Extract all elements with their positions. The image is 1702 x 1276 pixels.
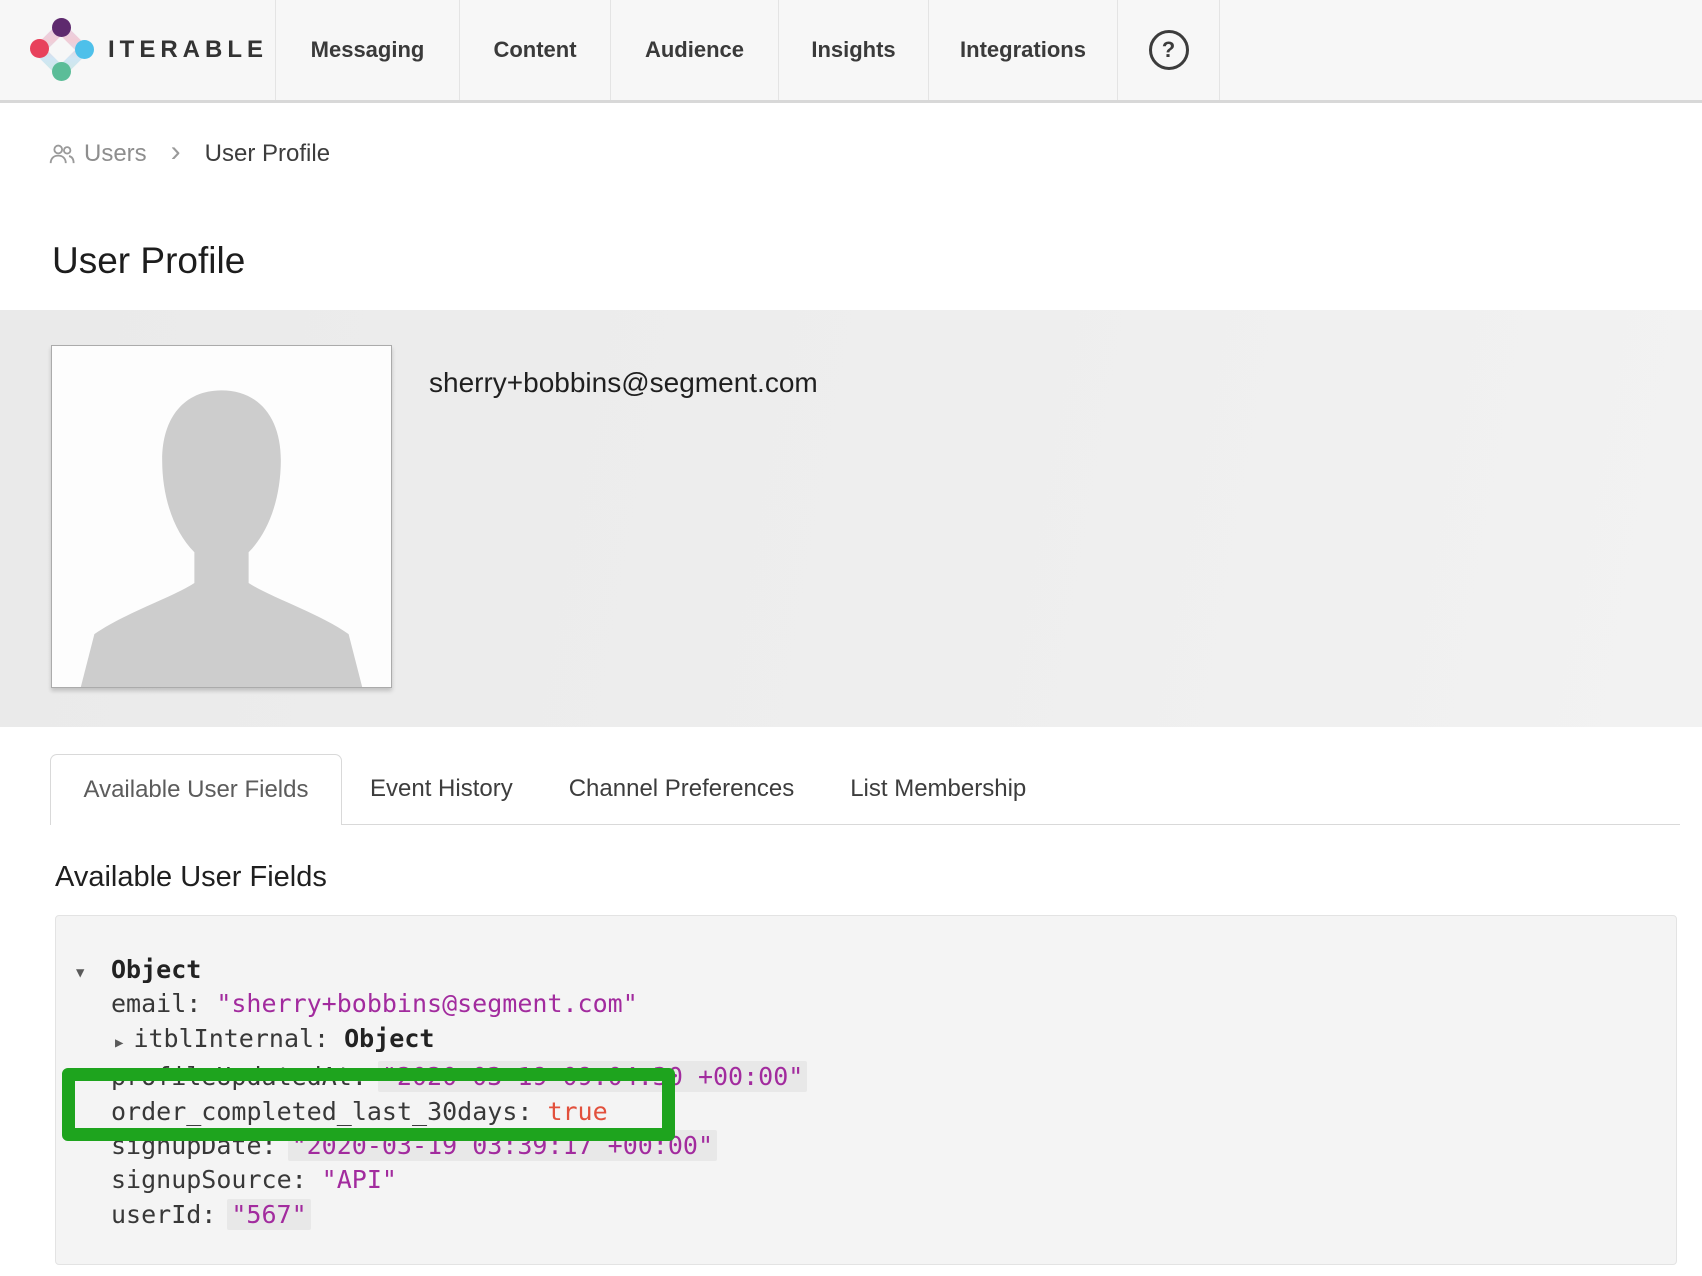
field-value-object: Object	[344, 1024, 434, 1053]
users-icon	[48, 141, 76, 167]
field-row-userid: userId: "567"	[111, 1198, 1656, 1232]
iterable-logo[interactable]: ITERABLE	[0, 0, 275, 100]
breadcrumb-current: User Profile	[205, 140, 330, 168]
field-row-itblinternal: ▶ itblInternal: Object	[111, 1022, 1656, 1060]
page-title: User Profile	[52, 240, 245, 282]
field-key: userId:	[111, 1200, 216, 1229]
iterable-logo-icon	[28, 17, 94, 83]
profile-email: sherry+bobbins@segment.com	[429, 367, 818, 399]
nav-item-insights[interactable]: Insights	[778, 0, 928, 100]
avatar-silhouette-icon	[52, 346, 391, 687]
breadcrumb: Users › User Profile	[48, 135, 330, 173]
tab-available-user-fields[interactable]: Available User Fields	[50, 754, 342, 825]
profile-hero: sherry+bobbins@segment.com	[0, 310, 1702, 727]
nav-item-integrations[interactable]: Integrations	[928, 0, 1117, 100]
highlight-annotation-box	[62, 1068, 675, 1141]
tab-channel-preferences[interactable]: Channel Preferences	[541, 754, 822, 824]
profile-tabbar: Available User Fields Event History Chan…	[50, 754, 1680, 825]
breadcrumb-users-link[interactable]: Users	[84, 140, 147, 168]
field-key: itblInternal:	[133, 1024, 329, 1053]
nav-item-content[interactable]: Content	[459, 0, 610, 100]
help-button[interactable]: ?	[1117, 0, 1220, 100]
field-value: "sherry+bobbins@segment.com"	[216, 989, 637, 1018]
help-icon: ?	[1149, 30, 1189, 70]
brand-wordmark: ITERABLE	[108, 36, 268, 64]
logo-dot-red	[30, 39, 49, 58]
field-value: "567"	[231, 1200, 306, 1229]
field-key: signupSource:	[111, 1165, 307, 1194]
root-object-label: Object	[111, 955, 201, 984]
field-row-signupsource: signupSource: "API"	[111, 1163, 1656, 1197]
nav-item-audience[interactable]: Audience	[610, 0, 778, 100]
logo-dot-blue	[75, 40, 94, 59]
field-row-email: email: "sherry+bobbins@segment.com"	[111, 987, 1656, 1021]
top-navbar: ITERABLE Messaging Content Audience Insi…	[0, 0, 1702, 103]
field-value: "API"	[322, 1165, 397, 1194]
tree-root-row: ▼Object	[111, 953, 1656, 987]
tab-event-history[interactable]: Event History	[342, 754, 541, 824]
logo-dot-purple	[52, 18, 71, 37]
avatar	[51, 345, 392, 688]
nav-item-messaging[interactable]: Messaging	[275, 0, 459, 100]
breadcrumb-separator-icon: ›	[171, 135, 181, 169]
tab-list-membership[interactable]: List Membership	[822, 754, 1054, 824]
expand-expander-icon[interactable]: ▶	[115, 1035, 123, 1051]
field-value-chip: "567"	[227, 1199, 310, 1230]
logo-dot-teal	[52, 62, 71, 81]
field-key: email:	[111, 989, 201, 1018]
iterable-user-profile-screen: ITERABLE Messaging Content Audience Insi…	[0, 0, 1702, 1276]
collapse-expander-icon[interactable]: ▼	[76, 956, 84, 990]
section-heading: Available User Fields	[55, 861, 327, 894]
